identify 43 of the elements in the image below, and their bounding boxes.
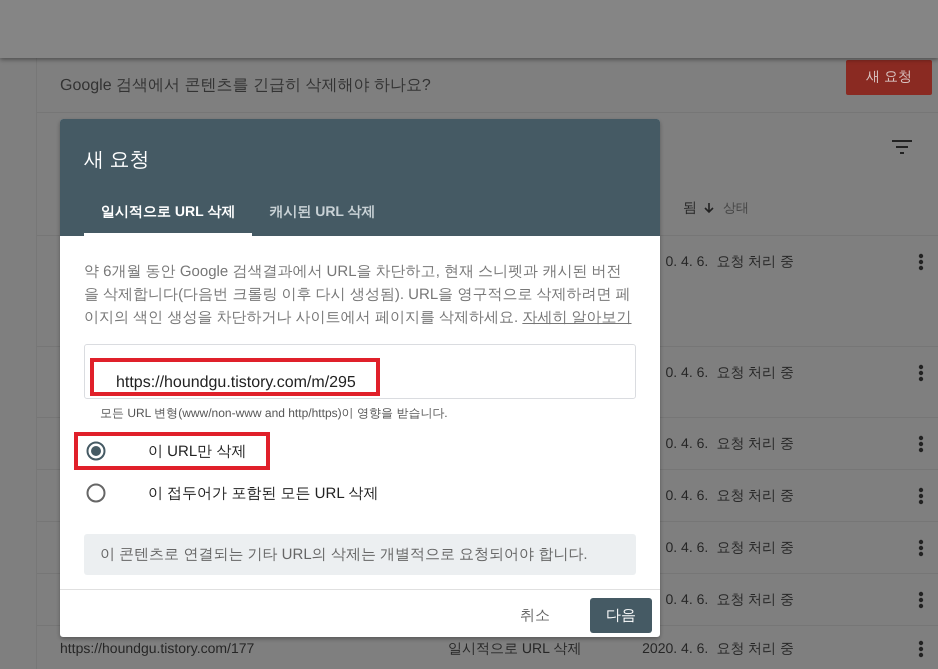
url-cell: https://houndgu.tistory.com/177	[60, 640, 254, 656]
url-input-field[interactable]: https://houndgu.tistory.com/m/295	[84, 344, 636, 399]
status-cell: 요청 처리 중	[716, 364, 794, 380]
helper-text: 모든 URL 변형(www/non-www and http/https)이 영향을 받습니다.	[99, 405, 449, 422]
cancel-button[interactable]: 취소	[504, 598, 566, 633]
date-cell: 2020. 4. 6.	[642, 640, 708, 656]
annotation-box: https://houndgu.tistory.com/m/295	[90, 358, 380, 396]
more-options-icon[interactable]	[918, 364, 924, 382]
tab[interactable]: 캐시된 URL 삭제	[252, 189, 393, 236]
new-request-button[interactable]: 새 요청	[846, 60, 932, 94]
column-header[interactable]: 됨	[683, 199, 697, 217]
down-arrow-icon	[703, 202, 715, 214]
date-cell: 0. 4. 6.	[665, 435, 708, 451]
learn-more-link[interactable]: 자세히 알아보기	[522, 309, 632, 326]
radio-button[interactable]	[86, 441, 106, 461]
status-cell: 요청 처리 중	[716, 487, 794, 503]
dialog-title: 새 요청	[84, 148, 150, 173]
next-button[interactable]: 다음	[590, 598, 652, 633]
date-cell: 0. 4. 6.	[665, 591, 708, 607]
banner-text: Google 검색에서 콘텐츠를 긴급히 삭제해야 하나요?	[60, 76, 431, 96]
date-cell: 0. 4. 6.	[665, 364, 708, 380]
radio-button[interactable]	[86, 483, 106, 503]
description-text: 약 6개월 동안 Google 검색결과에서 URL을 차단하고, 현재 스니펫과 캐시된 버전을 삭제합니다(다음번 크롤링 이후 다시 생성됨). URL을 영구적으로 삭제하려면 페이지의 색인 생성을 차단하거나 사이트에서 페이지를 삭제하세요. 자세히 알아보기	[84, 262, 633, 328]
more-options-icon[interactable]	[918, 435, 924, 453]
tab[interactable]: 일시적으로 URL 삭제	[84, 189, 252, 236]
more-options-icon[interactable]	[918, 539, 924, 557]
status-cell: 요청 처리 중	[716, 435, 794, 451]
date-cell: 0. 4. 6.	[665, 253, 708, 269]
option-label[interactable]: 이 접두어가 포함된 모든 URL 삭제	[148, 484, 378, 502]
notice-banner: 이 콘텐츠로 연결되는 기타 URL의 삭제는 개별적으로 요청되어야 합니다.	[84, 534, 636, 575]
more-options-icon[interactable]	[918, 591, 924, 609]
status-cell: 요청 처리 중	[716, 640, 794, 656]
more-options-icon[interactable]	[918, 253, 924, 271]
status-cell: 요청 처리 중	[716, 591, 794, 607]
option-label[interactable]: 이 URL만 삭제	[148, 442, 246, 460]
type-cell: 일시적으로 URL 삭제	[448, 640, 582, 656]
filter-icon[interactable]	[892, 140, 912, 154]
date-cell: 0. 4. 6.	[665, 539, 708, 555]
more-options-icon[interactable]	[918, 640, 924, 658]
status-cell: 요청 처리 중	[716, 253, 794, 269]
date-cell: 0. 4. 6.	[665, 487, 708, 503]
more-options-icon[interactable]	[918, 487, 924, 505]
status-cell: 요청 처리 중	[716, 539, 794, 555]
